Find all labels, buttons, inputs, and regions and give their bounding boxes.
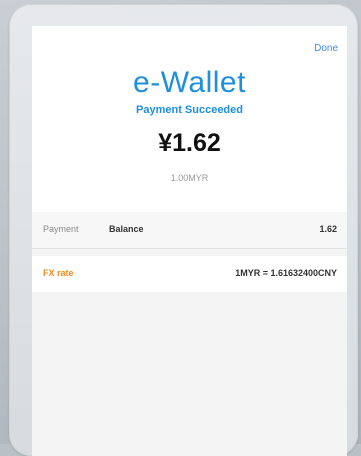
payment-method: Balance [109, 224, 144, 234]
payment-label: Payment [43, 224, 79, 234]
app-title: e-Wallet [133, 66, 246, 99]
fx-rate-label: FX rate [43, 268, 74, 278]
fx-rate-value: 1MYR = 1.61632400CNY [235, 268, 337, 278]
wallet-screen: Done e-Wallet Payment Succeeded ¥1.62 1.… [32, 26, 347, 456]
payment-amount: ¥1.62 [158, 129, 221, 157]
payment-value: 1.62 [319, 224, 337, 234]
device-frame: Done e-Wallet Payment Succeeded ¥1.62 1.… [9, 4, 358, 456]
original-amount: 1.00MYR [170, 173, 209, 183]
payment-row: Payment Balance 1.62 [32, 212, 347, 248]
done-button[interactable]: Done [314, 43, 338, 54]
payment-status: Payment Succeeded [136, 104, 243, 116]
divider [32, 248, 347, 249]
fx-rate-row: FX rate 1MYR = 1.61632400CNY [32, 256, 347, 292]
payment-summary: Done e-Wallet Payment Succeeded ¥1.62 1.… [32, 26, 347, 231]
